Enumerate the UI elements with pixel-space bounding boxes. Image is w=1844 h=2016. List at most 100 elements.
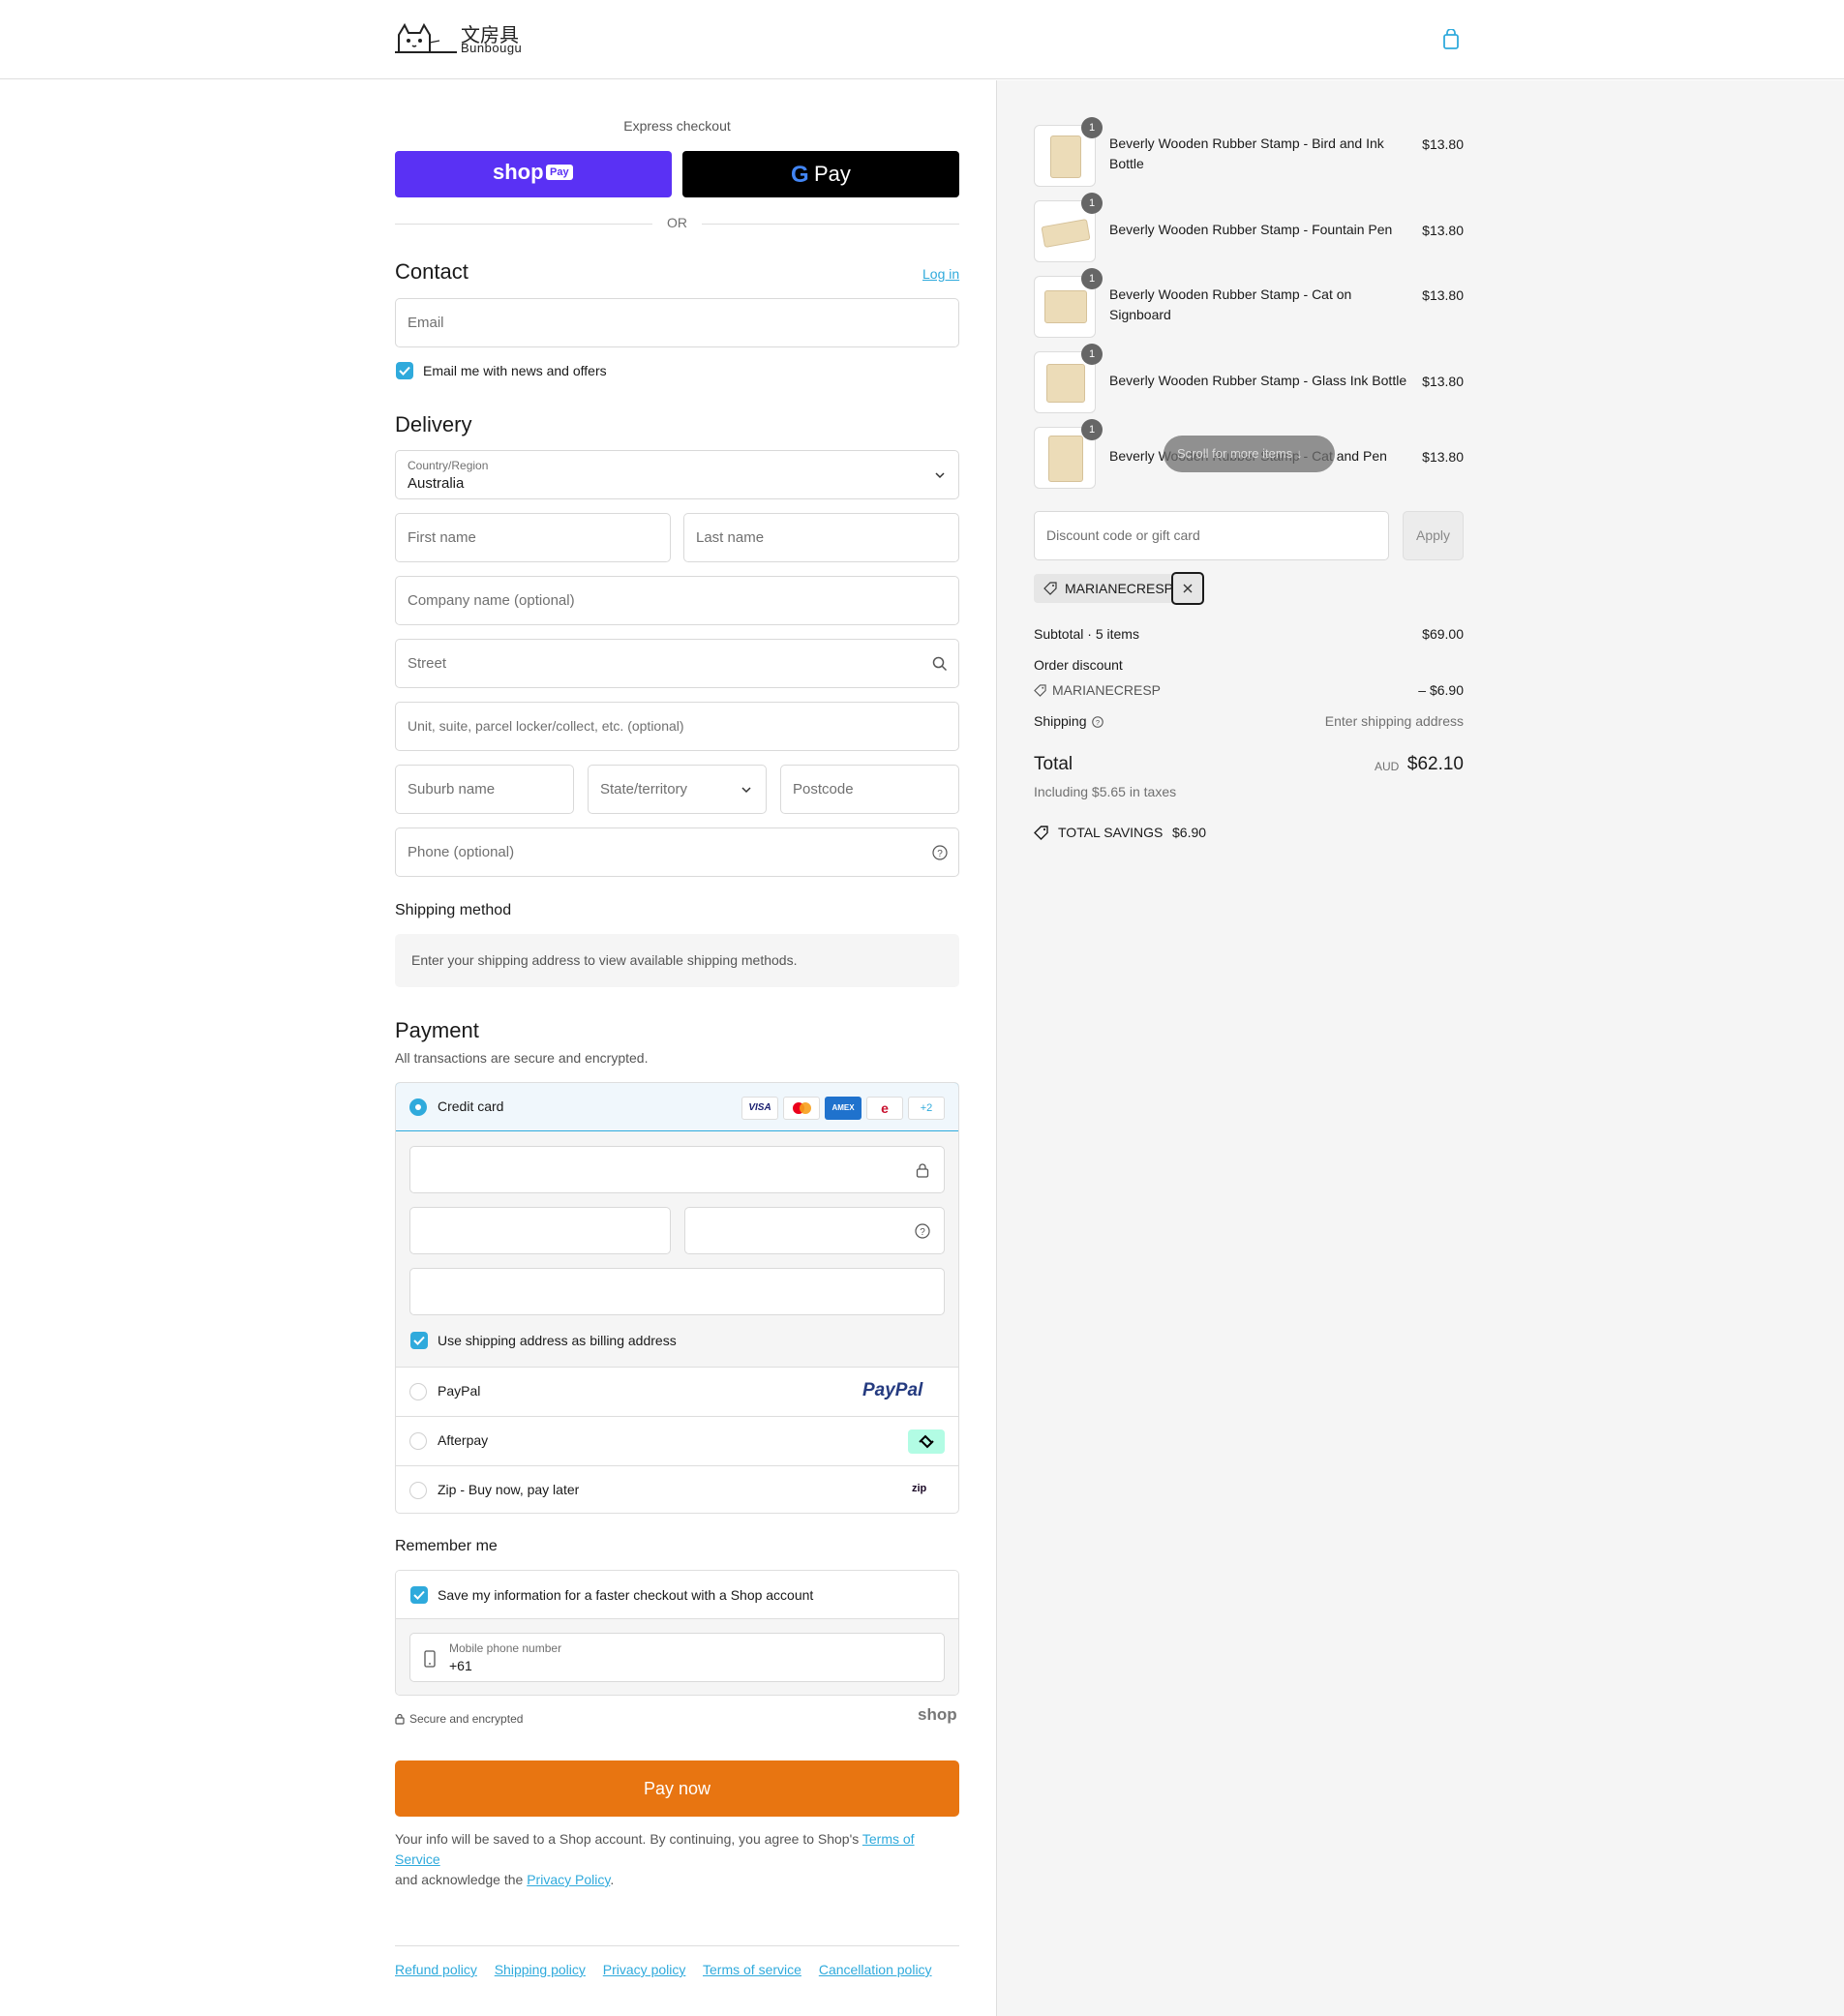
email-field[interactable]: Email — [395, 298, 959, 347]
mastercard-icon — [783, 1097, 820, 1120]
privacy-policy-footer-link[interactable]: Privacy policy — [603, 1962, 686, 1977]
name-on-card-field[interactable] — [409, 1268, 945, 1315]
total-currency: AUD — [1375, 760, 1400, 773]
first-name-placeholder: First name — [408, 529, 476, 546]
expiry-field[interactable] — [409, 1207, 671, 1254]
remove-discount-button[interactable] — [1171, 572, 1204, 605]
arrow-down-icon: ↓ — [1295, 446, 1303, 461]
lock-icon — [395, 1713, 405, 1725]
news-label: Email me with news and offers — [423, 363, 607, 378]
product-name: Beverly Wooden Rubber Stamp - Glass Ink … — [1109, 373, 1407, 388]
cancellation-policy-link[interactable]: Cancellation policy — [819, 1962, 932, 1977]
street-placeholder: Street — [408, 655, 447, 672]
state-select[interactable]: State/territory — [588, 765, 767, 814]
pay-now-button[interactable]: Pay now — [395, 1760, 959, 1817]
apply-button[interactable]: Apply — [1403, 511, 1464, 560]
store-logo[interactable]: 文房具 Bunbougu — [395, 19, 530, 58]
discount-placeholder: Discount code or gift card — [1046, 527, 1200, 543]
unit-placeholder: Unit, suite, parcel locker/collect, etc.… — [408, 718, 684, 734]
product-price: $13.80 — [1422, 287, 1464, 303]
news-checkbox[interactable] — [396, 362, 413, 379]
company-placeholder: Company name (optional) — [408, 592, 575, 609]
close-icon — [1183, 584, 1193, 593]
product-name: Beverly Wooden Rubber Stamp - Bird and I… — [1109, 135, 1384, 171]
shop-pay-button[interactable]: shop Pay — [395, 151, 672, 197]
first-name-field[interactable]: First name — [395, 513, 671, 562]
privacy-policy-link[interactable]: Privacy Policy — [527, 1872, 610, 1887]
paypal-radio[interactable] — [409, 1383, 427, 1400]
chevron-down-icon — [741, 787, 751, 794]
street-field[interactable]: Street — [395, 639, 959, 688]
company-field[interactable]: Company name (optional) — [395, 576, 959, 625]
paypal-option[interactable]: PayPal PayPal — [396, 1368, 958, 1417]
zip-radio[interactable] — [409, 1482, 427, 1499]
credit-card-option[interactable]: Credit card VISA AMEX e +2 — [396, 1083, 958, 1131]
billing-checkbox[interactable] — [410, 1332, 428, 1349]
postcode-field[interactable]: Postcode — [780, 765, 959, 814]
shipping-policy-link[interactable]: Shipping policy — [495, 1962, 586, 1977]
credit-card-radio[interactable] — [409, 1098, 427, 1116]
mobile-phone-icon — [424, 1650, 436, 1668]
security-code-field[interactable]: ? — [684, 1207, 945, 1254]
help-circle-icon[interactable]: ? — [1092, 716, 1103, 728]
afterpay-logo-icon — [908, 1429, 945, 1454]
save-info-label: Save my information for a faster checkou… — [438, 1587, 814, 1603]
svg-text:?: ? — [937, 849, 943, 859]
shipping-method-note: Enter your shipping address to view avai… — [411, 952, 798, 968]
order-discount-label: Order discount — [1034, 657, 1123, 673]
save-info-row[interactable]: Save my information for a faster checkou… — [396, 1571, 958, 1619]
afterpay-label: Afterpay — [438, 1432, 489, 1448]
legal-text-part1: Your info will be saved to a Shop accoun… — [395, 1831, 862, 1847]
cart-icon[interactable] — [1442, 28, 1460, 53]
zip-option[interactable]: Zip - Buy now, pay later zip — [396, 1466, 958, 1513]
zip-logo-icon: zip — [912, 1483, 927, 1494]
phone-field[interactable]: Phone (optional) ? — [395, 827, 959, 877]
mobile-area: Mobile phone number +61 — [396, 1619, 958, 1695]
help-circle-icon[interactable]: ? — [932, 845, 948, 860]
shop-wordmark: shop — [918, 1705, 957, 1724]
shipping-method-heading: Shipping method — [395, 902, 512, 918]
afterpay-radio[interactable] — [409, 1432, 427, 1450]
suburb-field[interactable]: Suburb name — [395, 765, 574, 814]
google-pay-label: Pay — [814, 162, 851, 186]
unit-field[interactable]: Unit, suite, parcel locker/collect, etc.… — [395, 702, 959, 751]
save-info-checkbox[interactable] — [410, 1586, 428, 1604]
quantity-badge: 1 — [1081, 344, 1103, 365]
cat-logo-icon — [395, 22, 457, 53]
quantity-badge: 1 — [1081, 193, 1103, 214]
footer-links: Refund policy Shipping policy Privacy po… — [395, 1962, 946, 1977]
postcode-placeholder: Postcode — [793, 781, 854, 797]
contact-heading: Contact — [395, 259, 469, 284]
country-label: Country/Region — [408, 459, 489, 472]
paypal-label: PayPal — [438, 1383, 481, 1399]
delivery-heading: Delivery — [395, 412, 472, 436]
order-discount-value: – $6.90 — [1418, 682, 1464, 698]
discount-code-field[interactable]: Discount code or gift card — [1034, 511, 1389, 560]
last-name-field[interactable]: Last name — [683, 513, 959, 562]
subtotal-value: $69.00 — [1422, 626, 1464, 642]
terms-of-service-footer-link[interactable]: Terms of service — [703, 1962, 801, 1977]
applied-code-text: MARIANECRESP — [1065, 581, 1174, 596]
refund-policy-link[interactable]: Refund policy — [395, 1962, 477, 1977]
eftpos-icon: e — [866, 1097, 903, 1120]
taxes-note: Including $5.65 in taxes — [1034, 784, 1177, 799]
country-select[interactable]: Country/Region Australia — [395, 450, 959, 499]
google-pay-button[interactable]: G Pay — [682, 151, 959, 197]
mobile-phone-label: Mobile phone number — [449, 1641, 562, 1655]
help-circle-icon[interactable]: ? — [915, 1223, 930, 1239]
afterpay-option[interactable]: Afterpay — [396, 1417, 958, 1466]
mobile-phone-field[interactable]: Mobile phone number +61 — [409, 1633, 945, 1682]
card-details-area: ? Use shipping address as billing addres… — [396, 1131, 958, 1368]
google-g-icon: G — [791, 162, 809, 188]
divider-left — [395, 224, 652, 225]
product-price: $13.80 — [1422, 449, 1464, 465]
login-link[interactable]: Log in — [922, 266, 959, 282]
lock-icon — [916, 1163, 929, 1178]
card-number-field[interactable] — [409, 1146, 945, 1193]
legal-text-part3: . — [610, 1872, 615, 1887]
scroll-hint-pill[interactable]: Scroll for more items ↓ — [1164, 436, 1335, 472]
divider-right — [702, 224, 959, 225]
order-discount-code: MARIANECRESP — [1052, 682, 1162, 698]
product-name: Beverly Wooden Rubber Stamp - Cat on Sig… — [1109, 286, 1352, 322]
more-cards-badge[interactable]: +2 — [908, 1097, 945, 1120]
